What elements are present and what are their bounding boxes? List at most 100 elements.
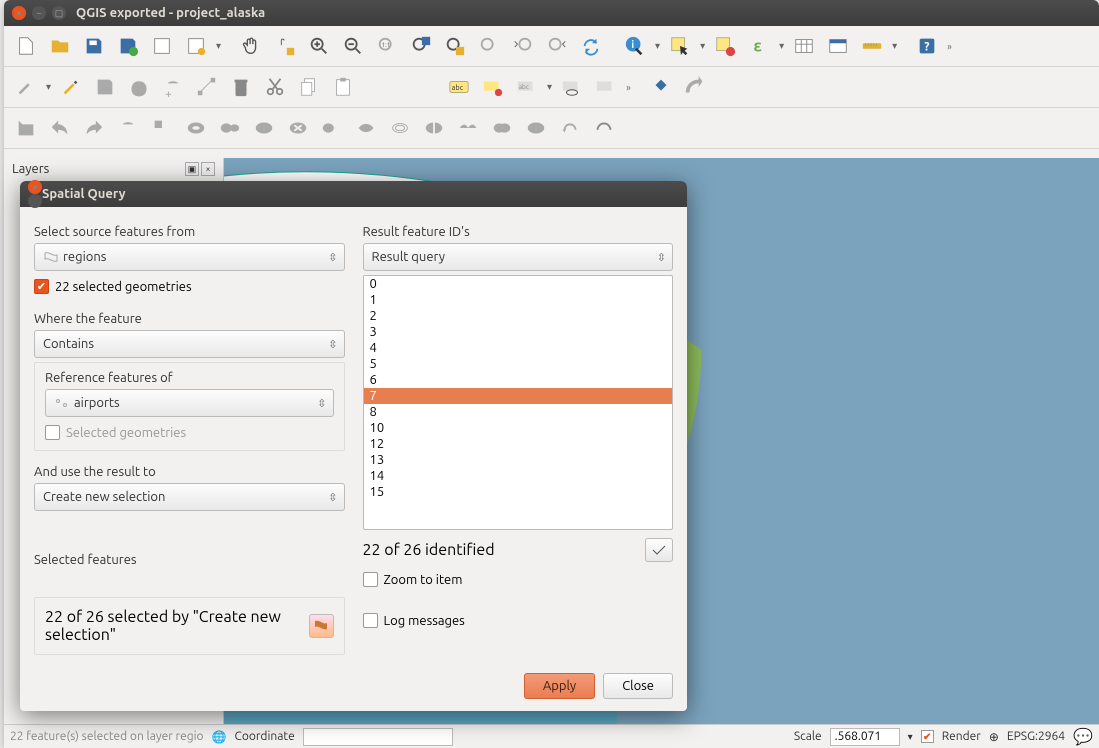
toolbar-dropdown-icon[interactable]: ▾: [777, 40, 786, 52]
plugin-ravens-icon[interactable]: [645, 71, 677, 103]
window-minimize-icon[interactable]: −: [32, 6, 46, 20]
zoom-last-icon[interactable]: [507, 30, 539, 62]
crs-icon[interactable]: ⊕: [989, 730, 999, 744]
result-feature-list[interactable]: 0123456781012131415: [363, 275, 674, 530]
add-part-icon[interactable]: [214, 112, 246, 144]
copy-icon[interactable]: [293, 71, 325, 103]
refresh-icon[interactable]: [575, 30, 607, 62]
offset-point-icon[interactable]: [588, 112, 620, 144]
merge-attr-icon[interactable]: [520, 112, 552, 144]
pan-selection-icon[interactable]: [269, 30, 301, 62]
zoom-next-icon[interactable]: [541, 30, 573, 62]
create-layer-button[interactable]: [309, 614, 333, 638]
select-icon[interactable]: [664, 30, 696, 62]
result-action-select[interactable]: Create new selection: [34, 483, 345, 511]
reference-layer-select[interactable]: airports: [45, 389, 334, 417]
result-item[interactable]: 3: [364, 324, 673, 340]
window-close-icon[interactable]: ×: [12, 6, 26, 20]
edit-brush-icon[interactable]: [10, 71, 42, 103]
result-item[interactable]: 15: [364, 484, 673, 500]
epsg-label[interactable]: EPSG:2964: [1007, 730, 1065, 743]
toolbar-dropdown-icon[interactable]: ▾: [545, 81, 554, 93]
label-pin-icon[interactable]: [477, 71, 509, 103]
close-button[interactable]: Close: [603, 673, 673, 699]
label-abc-icon[interactable]: abc: [443, 71, 475, 103]
print-composer-icon[interactable]: [180, 30, 212, 62]
result-item[interactable]: 0: [364, 276, 673, 292]
messages-icon[interactable]: 💬: [1073, 727, 1093, 746]
toolbar-dropdown-icon[interactable]: ▾: [890, 40, 899, 52]
apply-button[interactable]: Apply: [524, 673, 595, 699]
pencil-icon[interactable]: [55, 71, 87, 103]
zoom-out-icon[interactable]: [337, 30, 369, 62]
result-item[interactable]: 8: [364, 404, 673, 420]
log-messages-checkbox[interactable]: [363, 613, 378, 628]
fill-ring-icon[interactable]: [248, 112, 280, 144]
zoom-native-icon[interactable]: 1:1: [371, 30, 403, 62]
save-as-icon[interactable]: [112, 30, 144, 62]
source-layer-select[interactable]: regions: [34, 243, 345, 271]
result-item[interactable]: 5: [364, 356, 673, 372]
open-project-icon[interactable]: [44, 30, 76, 62]
result-item[interactable]: 13: [364, 452, 673, 468]
zoom-in-icon[interactable]: [303, 30, 335, 62]
save-project-icon[interactable]: [78, 30, 110, 62]
cut-icon[interactable]: [259, 71, 291, 103]
save-edits-icon[interactable]: [89, 71, 121, 103]
toolbar-dropdown-icon[interactable]: ▾: [698, 40, 707, 52]
dialog-minimize-icon[interactable]: [28, 194, 42, 208]
result-item[interactable]: 7: [364, 388, 673, 404]
add-feature-icon[interactable]: [123, 71, 155, 103]
move-feature-icon[interactable]: [157, 71, 189, 103]
toolbar-dropdown-icon[interactable]: ▾: [653, 40, 662, 52]
result-item[interactable]: 10: [364, 420, 673, 436]
field-calc-icon[interactable]: [822, 30, 854, 62]
offset-icon[interactable]: [384, 112, 416, 144]
plugin-processing-icon[interactable]: [679, 71, 711, 103]
label-move-icon[interactable]: [590, 71, 622, 103]
delete-icon[interactable]: [225, 71, 257, 103]
result-item[interactable]: 4: [364, 340, 673, 356]
panel-close-icon[interactable]: ×: [201, 162, 215, 176]
label-hide-icon[interactable]: abc: [511, 71, 543, 103]
add-ring-icon[interactable]: [180, 112, 212, 144]
result-item[interactable]: 12: [364, 436, 673, 452]
zoom-to-item-checkbox[interactable]: [363, 572, 378, 587]
epsilon-icon[interactable]: ε: [743, 30, 775, 62]
coordinate-input[interactable]: [303, 728, 453, 746]
result-type-select[interactable]: Result query: [363, 243, 674, 271]
toolbar-dropdown-icon[interactable]: ▾: [214, 40, 223, 52]
selected-geometries-checkbox[interactable]: ✔: [34, 279, 49, 294]
panel-undock-icon[interactable]: ▣: [185, 162, 199, 176]
delete-part-icon[interactable]: [316, 112, 348, 144]
undo-icon[interactable]: [44, 112, 76, 144]
dialog-titlebar[interactable]: × Spatial Query: [20, 181, 687, 207]
simplify-icon[interactable]: [146, 112, 178, 144]
result-item[interactable]: 6: [364, 372, 673, 388]
label-show-icon[interactable]: [556, 71, 588, 103]
new-project-icon[interactable]: [10, 30, 42, 62]
render-checkbox[interactable]: ✔: [921, 730, 934, 743]
scale-input[interactable]: [830, 728, 900, 746]
cad-icon[interactable]: [10, 112, 42, 144]
zoom-layer-icon[interactable]: [473, 30, 505, 62]
pan-icon[interactable]: [235, 30, 267, 62]
create-result-layer-button[interactable]: [645, 538, 673, 562]
where-operator-select[interactable]: Contains: [34, 330, 345, 358]
result-item[interactable]: 2: [364, 308, 673, 324]
node-tool-icon[interactable]: [191, 71, 223, 103]
split-parts-icon[interactable]: [452, 112, 484, 144]
merge-icon[interactable]: [486, 112, 518, 144]
toolbar-overflow-icon[interactable]: »: [945, 41, 954, 52]
delete-ring-icon[interactable]: [282, 112, 314, 144]
toolbar-overflow-icon[interactable]: »: [624, 82, 633, 93]
toolbar-dropdown-icon[interactable]: ▾: [44, 81, 53, 93]
zoom-selection-icon[interactable]: [439, 30, 471, 62]
split-icon[interactable]: [418, 112, 450, 144]
rotate-icon[interactable]: [112, 112, 144, 144]
reshape-icon[interactable]: [350, 112, 382, 144]
new-print-icon[interactable]: [146, 30, 178, 62]
dialog-close-icon[interactable]: ×: [28, 180, 42, 194]
result-item[interactable]: 1: [364, 292, 673, 308]
window-maximize-icon[interactable]: ▢: [52, 6, 66, 20]
